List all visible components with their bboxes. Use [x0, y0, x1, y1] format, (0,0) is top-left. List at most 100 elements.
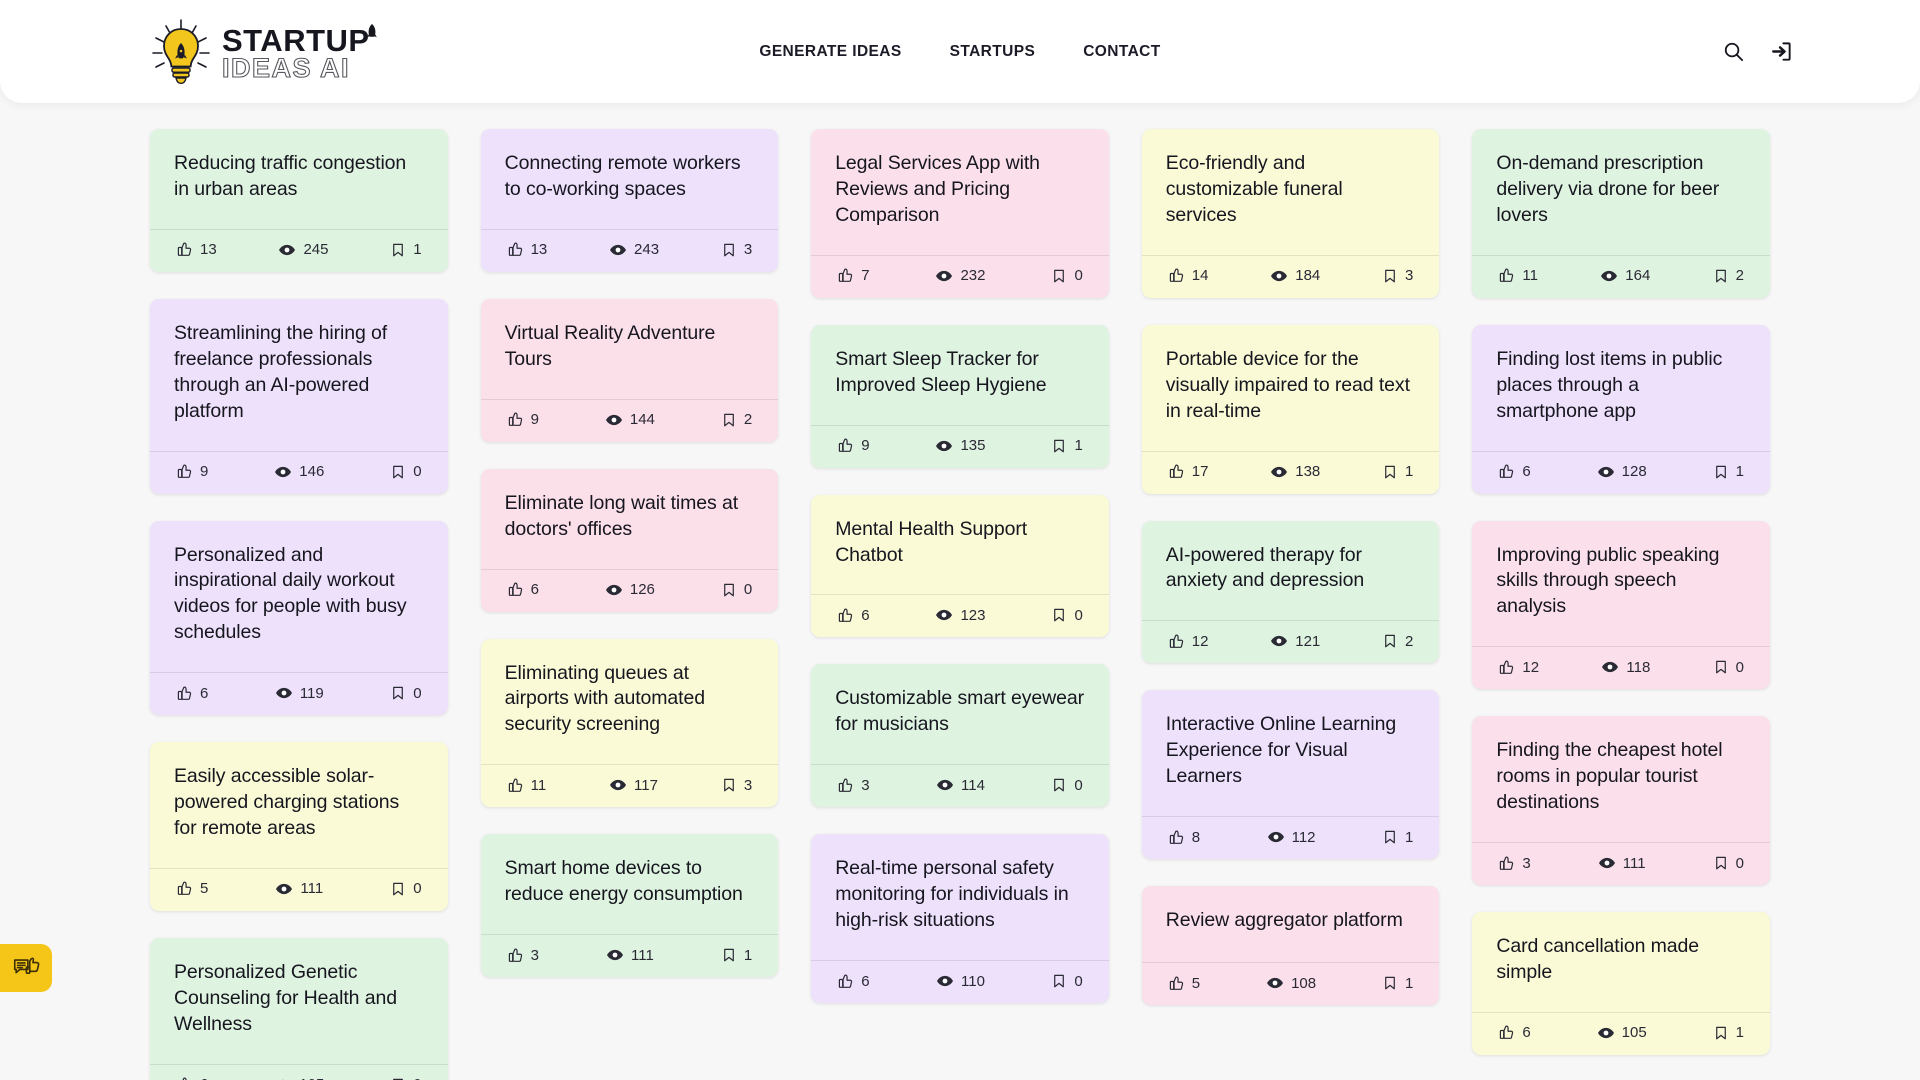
idea-card[interactable]: Easily accessible solar-powered charging…	[150, 742, 448, 911]
idea-card[interactable]: On-demand prescription delivery via dron…	[1472, 129, 1770, 298]
bookmark-icon	[1385, 269, 1395, 283]
idea-card[interactable]: Customizable smart eyewear for musicians…	[811, 664, 1109, 808]
idea-card[interactable]: Eliminating queues at airports with auto…	[480, 638, 779, 808]
nav-generate-ideas[interactable]: GENERATE IDEAS	[759, 43, 901, 61]
idea-card[interactable]: Connecting remote workers to co-working …	[480, 129, 779, 272]
like-stat[interactable]: 5	[176, 880, 208, 897]
idea-card[interactable]: Eco-friendly and customizable funeral se…	[1141, 129, 1440, 298]
search-button[interactable]	[1720, 39, 1746, 65]
like-stat[interactable]: 12	[1498, 659, 1539, 676]
bookmark-stat[interactable]: 0	[390, 685, 422, 702]
idea-card[interactable]: Portable device for the visually impaire…	[1141, 324, 1440, 494]
like-stat[interactable]: 11	[1498, 267, 1538, 284]
like-stat[interactable]: 11	[507, 777, 546, 794]
nav-contact[interactable]: CONTACT	[1083, 43, 1160, 61]
bookmark-count: 3	[743, 776, 753, 794]
like-stat[interactable]: 6	[837, 607, 870, 624]
idea-card-title: Reducing traffic congestion in urban are…	[174, 152, 407, 200]
bookmark-stat[interactable]: 3	[721, 241, 752, 258]
like-stat[interactable]: 3	[507, 947, 539, 964]
board-column: Legal Services App with Reviews and Pric…	[811, 129, 1109, 1004]
like-stat[interactable]: 6	[837, 973, 870, 990]
bookmark-stat[interactable]: 0	[390, 463, 422, 480]
like-stat[interactable]: 9	[507, 411, 539, 428]
like-stat[interactable]: 3	[837, 777, 870, 794]
bookmark-stat[interactable]: 0	[1051, 267, 1083, 284]
idea-card-title: Finding the cheapest hotel rooms in popu…	[1496, 739, 1723, 814]
like-stat[interactable]: 3	[1498, 855, 1531, 872]
idea-card[interactable]: Reducing traffic congestion in urban are…	[150, 129, 448, 272]
bookmark-stat[interactable]: 1	[1713, 463, 1744, 480]
view-stat: 105	[274, 1076, 324, 1080]
idea-card[interactable]: Mental Health Support Chatbot 6 123 0	[811, 494, 1109, 638]
thumbs-up-icon	[1169, 634, 1183, 648]
idea-card[interactable]: AI-powered therapy for anxiety and depre…	[1141, 520, 1440, 664]
bookmark-count: 1	[1735, 1024, 1744, 1042]
view-count: 126	[629, 581, 655, 599]
bookmark-stat[interactable]: 1	[1051, 437, 1083, 454]
eye-icon	[1601, 270, 1618, 281]
like-stat[interactable]: 6	[507, 581, 539, 598]
idea-card[interactable]: Streamlining the hiring of freelance pro…	[150, 298, 448, 494]
like-count: 13	[200, 241, 217, 259]
idea-card[interactable]: Finding lost items in public places thro…	[1472, 324, 1770, 494]
idea-card[interactable]: Legal Services App with Reviews and Pric…	[811, 129, 1109, 298]
bookmark-stat[interactable]: 1	[1382, 829, 1413, 846]
brand-logo[interactable]: STARTUP IDEAS AI	[150, 18, 422, 86]
like-stat[interactable]: 7	[837, 267, 870, 284]
idea-card[interactable]: Interactive Online Learning Experience f…	[1141, 690, 1440, 860]
idea-card[interactable]: Finding the cheapest hotel rooms in popu…	[1472, 716, 1770, 886]
bookmark-stat[interactable]: 0	[1051, 777, 1083, 794]
like-stat[interactable]: 5	[1168, 975, 1200, 992]
idea-card[interactable]: Real-time personal safety monitoring for…	[811, 834, 1109, 1004]
like-stat[interactable]: 6	[176, 1076, 208, 1080]
bookmark-stat[interactable]: 0	[390, 880, 422, 897]
idea-card[interactable]: Smart home devices to reduce energy cons…	[480, 834, 779, 978]
login-button[interactable]	[1768, 39, 1794, 65]
bookmark-stat[interactable]: 1	[721, 947, 752, 964]
like-stat[interactable]: 6	[1498, 1024, 1531, 1041]
bookmark-stat[interactable]: 3	[1382, 267, 1413, 284]
eye-icon	[275, 466, 292, 477]
like-stat[interactable]: 14	[1168, 267, 1208, 284]
bookmark-stat[interactable]: 0	[721, 581, 752, 598]
bookmark-stat[interactable]: 1	[1382, 463, 1413, 480]
eye-icon	[1271, 466, 1288, 477]
bookmark-stat[interactable]: 2	[721, 411, 752, 428]
idea-card[interactable]: Review aggregator platform 5 108 1	[1141, 886, 1440, 1006]
bookmark-stat[interactable]: 0	[1713, 855, 1744, 872]
like-stat[interactable]: 12	[1168, 633, 1208, 650]
bookmark-stat[interactable]: 2	[1382, 633, 1413, 650]
like-stat[interactable]: 17	[1168, 463, 1208, 480]
like-stat[interactable]: 8	[1168, 829, 1200, 846]
idea-card[interactable]: Improving public speaking skills through…	[1472, 520, 1770, 690]
bookmark-stat[interactable]: 0	[1051, 973, 1083, 990]
like-stat[interactable]: 9	[176, 463, 208, 480]
like-stat[interactable]: 6	[176, 685, 208, 702]
thumbs-up-icon	[508, 412, 522, 427]
idea-card[interactable]: Virtual Reality Adventure Tours 9 144 2	[480, 298, 779, 442]
bookmark-stat[interactable]: 2	[1713, 267, 1744, 284]
like-stat[interactable]: 9	[837, 437, 870, 454]
feedback-widget-button[interactable]	[0, 944, 52, 992]
bookmark-stat[interactable]: 1	[1382, 975, 1413, 992]
idea-card-body: Finding the cheapest hotel rooms in popu…	[1472, 716, 1770, 842]
bookmark-icon	[1385, 465, 1395, 478]
like-stat[interactable]: 13	[507, 241, 547, 258]
idea-card[interactable]: Card cancellation made simple 6 105 1	[1472, 912, 1770, 1055]
idea-card[interactable]: Smart Sleep Tracker for Improved Sleep H…	[811, 324, 1109, 468]
nav-startups[interactable]: STARTUPS	[950, 43, 1036, 61]
like-stat[interactable]: 13	[176, 241, 217, 258]
bookmark-icon	[723, 948, 734, 962]
bookmark-stat[interactable]: 0	[1713, 659, 1744, 676]
bookmark-stat[interactable]: 1	[390, 241, 422, 258]
idea-card[interactable]: Personalized and inspirational daily wor…	[150, 520, 448, 716]
bookmark-stat[interactable]: 1	[1713, 1024, 1744, 1041]
idea-card[interactable]: Eliminate long wait times at doctors' of…	[480, 468, 779, 612]
idea-card[interactable]: Personalized Genetic Counseling for Heal…	[150, 937, 448, 1080]
like-stat[interactable]: 6	[1498, 463, 1531, 480]
bookmark-stat[interactable]: 0	[1051, 607, 1083, 624]
bookmark-stat[interactable]: 3	[721, 777, 752, 794]
bookmark-count: 0	[743, 581, 753, 599]
bookmark-stat[interactable]: 0	[390, 1076, 422, 1080]
